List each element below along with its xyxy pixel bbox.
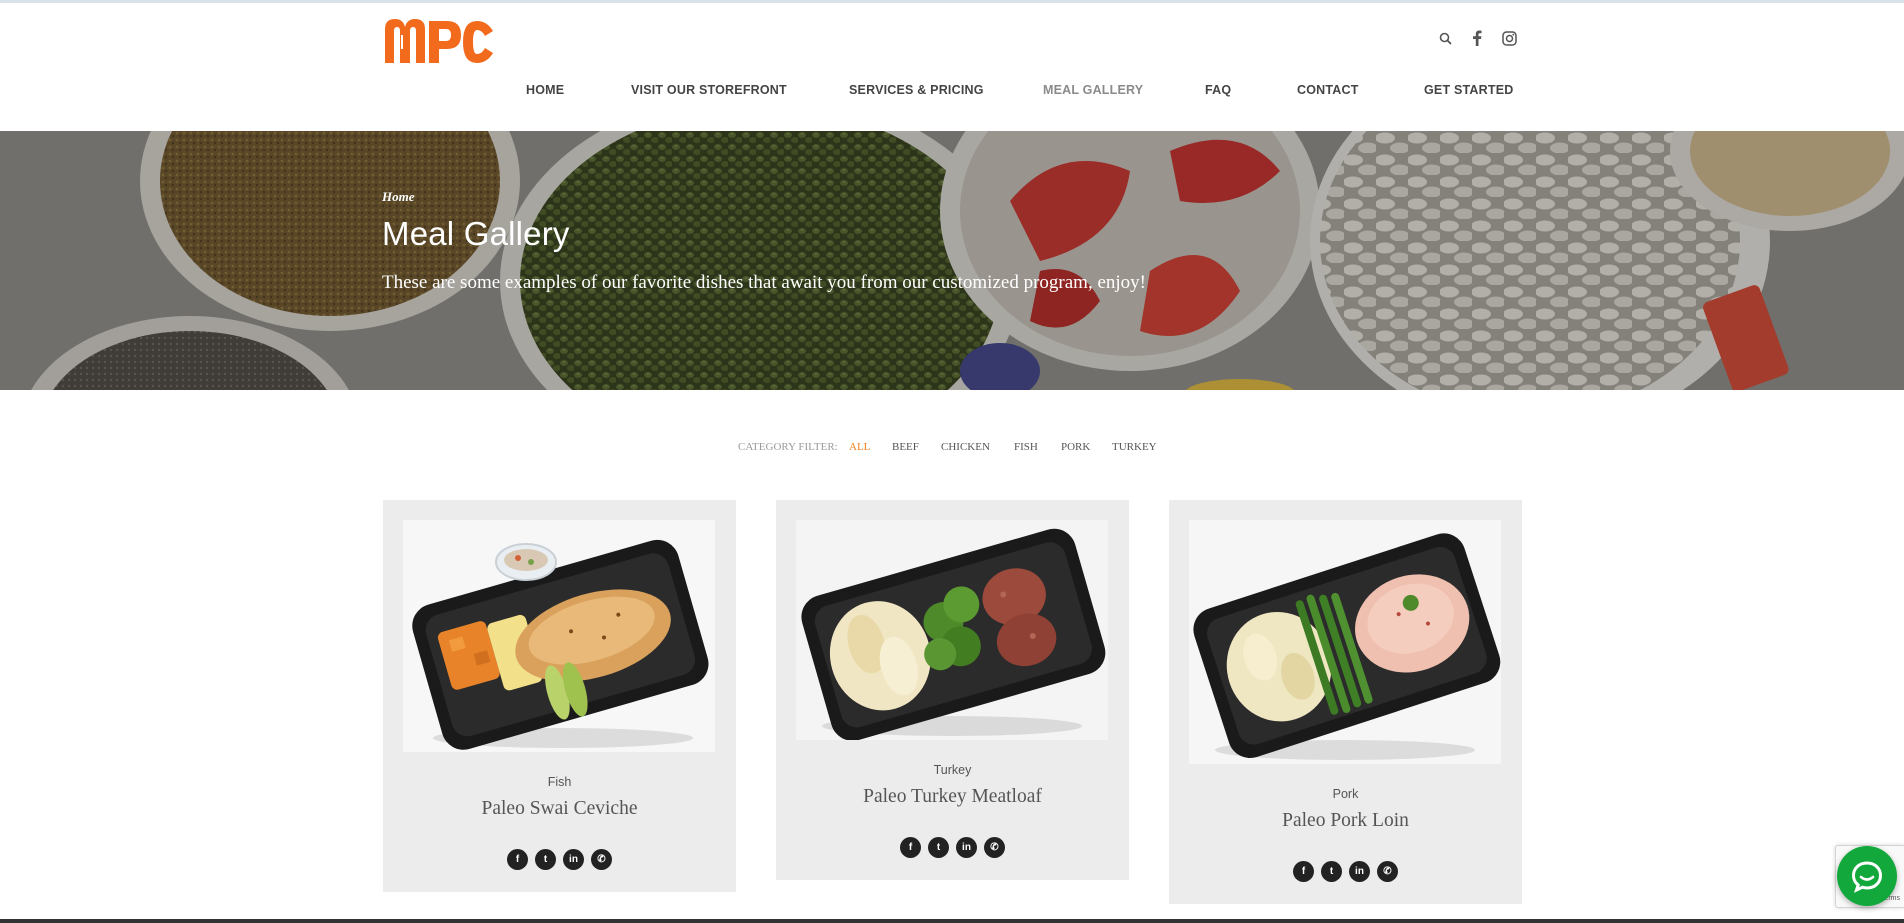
whatsapp-icon[interactable]: ✆ xyxy=(1377,861,1398,882)
main-nav: HOME VISIT OUR STOREFRONT SERVICES & PRI… xyxy=(0,83,1904,107)
nav-item-get-started[interactable]: GET STARTED xyxy=(1424,83,1513,97)
nav-item-home[interactable]: HOME xyxy=(526,83,564,97)
hero-overlay xyxy=(0,131,1904,390)
category-filter: CATEGORY FILTER: ALL BEEF CHICKEN FISH P… xyxy=(0,441,1904,457)
meal-image[interactable] xyxy=(796,520,1108,740)
meal-category: Fish xyxy=(547,775,572,789)
meal-image[interactable] xyxy=(403,520,715,752)
meal-title[interactable]: Paleo Turkey Meatloaf xyxy=(776,786,1129,808)
facebook-icon[interactable]: f xyxy=(507,849,528,870)
page-title: Meal Gallery xyxy=(382,215,570,252)
nav-item-meal-gallery[interactable]: MEAL GALLERY xyxy=(1043,83,1143,97)
twitter-icon[interactable]: t xyxy=(535,849,556,870)
nav-item-faq[interactable]: FAQ xyxy=(1205,83,1231,97)
facebook-icon[interactable]: f xyxy=(900,837,921,858)
nav-item-services-pricing[interactable]: SERVICES & PRICING xyxy=(849,83,984,97)
whatsapp-icon[interactable]: ✆ xyxy=(984,837,1005,858)
chat-bubble-icon xyxy=(1851,861,1883,893)
meal-category: Turkey xyxy=(933,763,972,777)
meal-image[interactable] xyxy=(1189,520,1501,764)
twitter-icon[interactable]: t xyxy=(928,837,949,858)
nav-item-contact[interactable]: CONTACT xyxy=(1297,83,1359,97)
whatsapp-icon[interactable]: ✆ xyxy=(591,849,612,870)
meal-card[interactable]: Fish Paleo Swai Ceviche f t in ✆ xyxy=(383,500,736,892)
filter-option-chicken[interactable]: CHICKEN xyxy=(941,441,990,453)
meal-title[interactable]: Paleo Pork Loin xyxy=(1169,810,1522,832)
facebook-icon[interactable] xyxy=(1468,29,1486,47)
linkedin-icon[interactable]: in xyxy=(563,849,584,870)
search-icon[interactable] xyxy=(1436,29,1454,47)
linkedin-icon[interactable]: in xyxy=(956,837,977,858)
filter-option-turkey[interactable]: TURKEY xyxy=(1112,441,1157,453)
meal-card[interactable]: Pork Paleo Pork Loin f t in ✆ xyxy=(1169,500,1522,904)
meal-title[interactable]: Paleo Swai Ceviche xyxy=(383,798,736,820)
share-buttons: f t in ✆ xyxy=(776,837,1129,858)
facebook-icon[interactable]: f xyxy=(1293,861,1314,882)
linkedin-icon[interactable]: in xyxy=(1349,861,1370,882)
instagram-icon[interactable] xyxy=(1500,29,1518,47)
header-social-icons xyxy=(1436,29,1518,47)
site-header: HOME VISIT OUR STOREFRONT SERVICES & PRI… xyxy=(0,3,1904,131)
share-buttons: f t in ✆ xyxy=(383,849,736,870)
filter-option-beef[interactable]: BEEF xyxy=(892,441,919,453)
nav-item-visit-our-storefront[interactable]: VISIT OUR STOREFRONT xyxy=(631,83,787,97)
twitter-icon[interactable]: t xyxy=(1321,861,1342,882)
meal-card[interactable]: Turkey Paleo Turkey Meatloaf f t in ✆ xyxy=(776,500,1129,880)
chat-button[interactable] xyxy=(1837,846,1897,906)
share-buttons: f t in ✆ xyxy=(1169,861,1522,882)
bottom-border xyxy=(0,919,1904,923)
filter-option-all[interactable]: ALL xyxy=(849,441,870,453)
filter-option-pork[interactable]: PORK xyxy=(1061,441,1090,453)
filter-option-fish[interactable]: FISH xyxy=(1014,441,1038,453)
page-subtitle: These are some examples of our favorite … xyxy=(382,272,1146,293)
meal-category: Pork xyxy=(1332,787,1359,801)
hero-banner: Home Meal Gallery These are some example… xyxy=(0,131,1904,390)
mpc-logo[interactable] xyxy=(383,15,495,67)
filter-label: CATEGORY FILTER: xyxy=(738,441,838,453)
breadcrumb[interactable]: Home xyxy=(382,189,415,205)
